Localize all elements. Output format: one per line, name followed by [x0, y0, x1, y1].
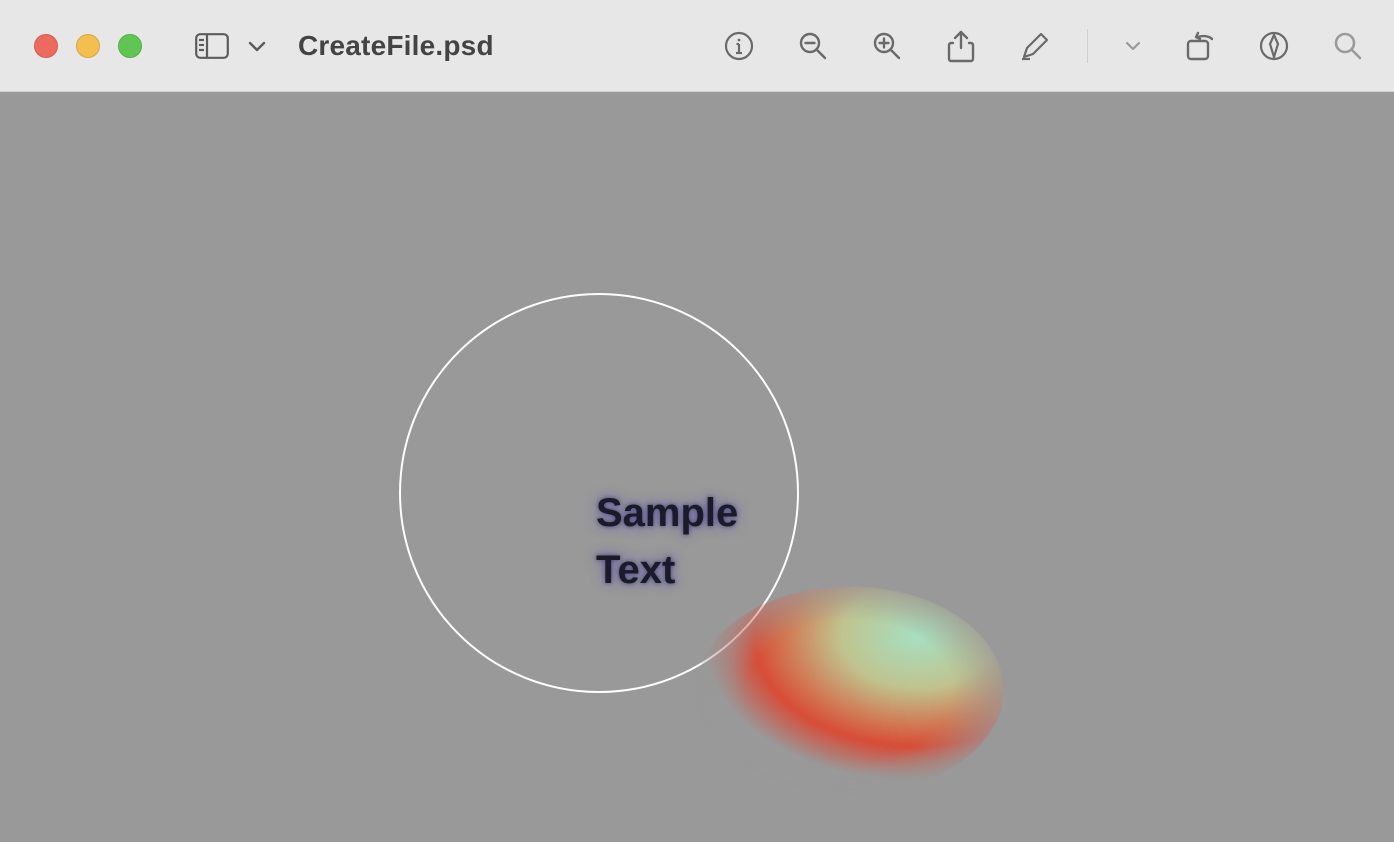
document-canvas[interactable]: Sample Text	[0, 92, 1394, 842]
window-minimize-button[interactable]	[76, 34, 100, 58]
search-icon	[1333, 31, 1363, 61]
chevron-down-icon	[1125, 41, 1141, 51]
chevron-down-icon	[248, 40, 266, 52]
window-traffic-lights	[34, 34, 142, 58]
search-button[interactable]	[1326, 24, 1370, 68]
zoom-out-icon	[798, 31, 828, 61]
markup-menu-button[interactable]	[1118, 24, 1148, 68]
sidebar-toggle-button[interactable]	[190, 24, 234, 68]
sidebar-menu-button[interactable]	[242, 24, 272, 68]
canvas-sample-text: Sample Text	[596, 485, 738, 599]
rotate-left-button[interactable]	[1178, 24, 1222, 68]
canvas-gradient-ellipse	[696, 586, 1004, 794]
share-icon	[947, 29, 975, 63]
window-zoom-button[interactable]	[118, 34, 142, 58]
highlight-button[interactable]	[1252, 24, 1296, 68]
highlight-icon	[1259, 31, 1289, 61]
window-close-button[interactable]	[34, 34, 58, 58]
markup-button[interactable]	[1013, 24, 1057, 68]
rotate-left-icon	[1185, 30, 1215, 62]
window-titlebar: CreateFile.psd	[0, 0, 1394, 92]
document-title: CreateFile.psd	[298, 30, 494, 62]
pencil-icon	[1019, 30, 1051, 62]
sidebar-icon	[195, 33, 229, 59]
info-icon	[724, 31, 754, 61]
zoom-out-button[interactable]	[791, 24, 835, 68]
right-toolbar-group	[717, 24, 1370, 68]
zoom-in-button[interactable]	[865, 24, 909, 68]
left-toolbar-group	[190, 24, 272, 68]
zoom-in-icon	[872, 31, 902, 61]
toolbar-separator	[1087, 29, 1088, 63]
share-button[interactable]	[939, 24, 983, 68]
info-button[interactable]	[717, 24, 761, 68]
